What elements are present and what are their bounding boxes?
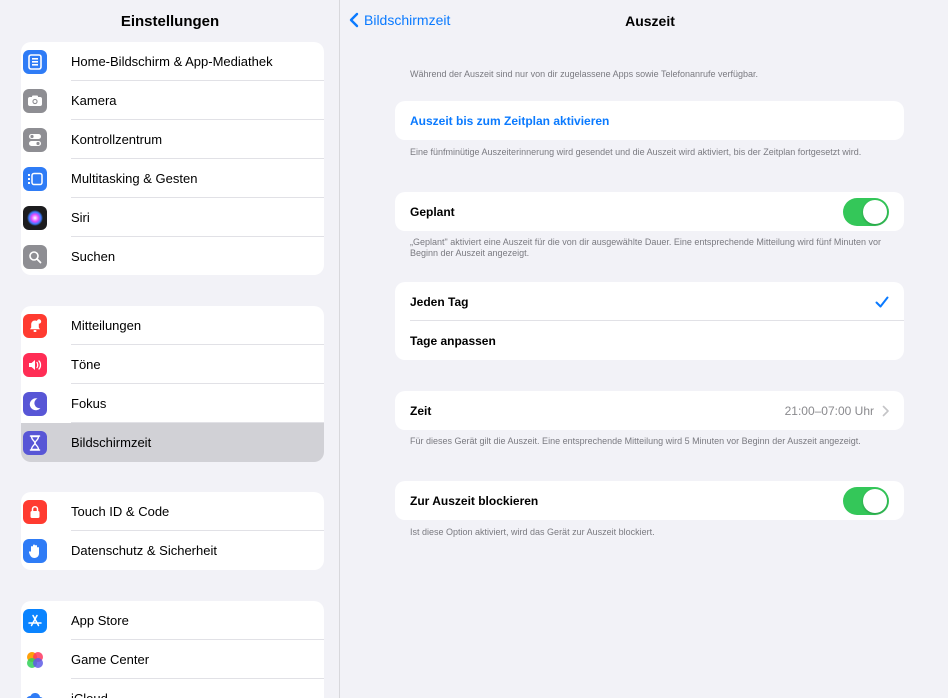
- siri-icon: [23, 205, 47, 230]
- sidebar-item-control-center[interactable]: Kontrollzentrum: [21, 120, 324, 159]
- control-center-icon: [23, 127, 47, 152]
- scheduled-row: Geplant: [395, 192, 904, 231]
- scheduled-label: Geplant: [410, 204, 455, 219]
- sidebar-item-label: Game Center: [71, 652, 150, 667]
- days-card: Jeden Tag Tage anpassen: [395, 282, 904, 360]
- sidebar-item-multitasking[interactable]: Multitasking & Gesten: [21, 159, 324, 198]
- checkmark-icon: [875, 296, 889, 307]
- chevron-right-icon: [882, 405, 889, 416]
- sidebar-item-label: Kontrollzentrum: [71, 132, 163, 147]
- search-icon: [23, 244, 47, 269]
- sidebar-item-privacy[interactable]: Datenschutz & Sicherheit: [21, 531, 324, 570]
- time-note: Für dieses Gerät gilt die Auszeit. Eine …: [410, 436, 861, 446]
- sidebar-item-home-screen[interactable]: Home-Bildschirm & App-Mediathek: [21, 42, 324, 81]
- game-center-icon: [23, 647, 47, 672]
- block-label: Zur Auszeit blockieren: [410, 493, 539, 508]
- settings-group-general: Home-Bildschirm & App-Mediathek Kamera K…: [21, 42, 324, 275]
- scheduled-card: Geplant: [395, 192, 904, 231]
- settings-group-security: Touch ID & Code Datenschutz & Sicherheit: [21, 492, 324, 570]
- sidebar-item-label: Multitasking & Gesten: [71, 171, 198, 186]
- sidebar-item-label: Touch ID & Code: [71, 504, 170, 519]
- block-row: Zur Auszeit blockieren: [395, 481, 904, 520]
- scheduled-toggle[interactable]: [843, 197, 889, 226]
- every-day-option[interactable]: Jeden Tag: [395, 282, 904, 321]
- sidebar-item-label: iCloud: [71, 691, 108, 698]
- sounds-icon: [23, 352, 47, 377]
- time-value: 21:00–07:00 Uhr: [784, 403, 874, 418]
- time-label: Zeit: [410, 403, 432, 418]
- activate-note: Eine fünfminütige Auszeiterinnerung wird…: [410, 147, 862, 157]
- sidebar-item-label: Siri: [71, 210, 90, 225]
- sidebar-item-game-center[interactable]: Game Center: [21, 640, 324, 679]
- sidebar-item-label: Mitteilungen: [71, 318, 142, 333]
- sidebar-item-label: Bildschirmzeit: [71, 435, 152, 450]
- sidebar-item-sounds[interactable]: Töne: [21, 345, 324, 384]
- sidebar-item-camera[interactable]: Kamera: [21, 81, 324, 120]
- notifications-icon: [23, 313, 47, 338]
- sidebar-item-label: Fokus: [71, 396, 107, 411]
- sidebar-item-app-store[interactable]: App Store: [21, 601, 324, 640]
- activate-card: Auszeit bis zum Zeitplan aktivieren: [395, 101, 904, 140]
- focus-icon: [23, 391, 47, 416]
- icloud-icon: [23, 686, 47, 698]
- sidebar-item-siri[interactable]: Siri: [21, 198, 324, 237]
- block-note: Ist diese Option aktiviert, wird das Ger…: [410, 527, 655, 537]
- privacy-hand-icon: [23, 538, 47, 563]
- page-title: Auszeit: [625, 13, 675, 29]
- sidebar-item-label: Home-Bildschirm & App-Mediathek: [71, 54, 273, 69]
- customize-days-label: Tage anpassen: [410, 333, 496, 348]
- sidebar-item-icloud[interactable]: iCloud: [21, 679, 324, 698]
- home-screen-icon: [23, 49, 47, 74]
- time-card: Zeit 21:00–07:00 Uhr: [395, 391, 904, 430]
- block-toggle[interactable]: [843, 486, 889, 515]
- sidebar-item-screen-time[interactable]: Bildschirmzeit: [21, 423, 324, 462]
- sidebar-item-notifications[interactable]: Mitteilungen: [21, 306, 324, 345]
- sidebar-item-label: Kamera: [71, 93, 117, 108]
- sidebar-item-touch-id[interactable]: Touch ID & Code: [21, 492, 324, 531]
- screen-time-icon: [23, 430, 47, 455]
- sidebar-item-label: Datenschutz & Sicherheit: [71, 543, 217, 558]
- intro-note: Während der Auszeit sind nur von dir zug…: [410, 69, 759, 79]
- sidebar-item-label: Suchen: [71, 249, 116, 264]
- sidebar-item-label: App Store: [71, 613, 129, 628]
- customize-days-option[interactable]: Tage anpassen: [395, 321, 904, 360]
- sidebar-title: Einstellungen: [120, 13, 220, 30]
- activate-until-schedule-button[interactable]: Auszeit bis zum Zeitplan aktivieren: [395, 101, 904, 140]
- settings-group-apps: App Store Game Center iCloud: [21, 601, 324, 698]
- lock-icon: [23, 499, 47, 524]
- camera-icon: [23, 88, 47, 113]
- activate-link-label: Auszeit bis zum Zeitplan aktivieren: [410, 113, 610, 128]
- sidebar-item-search[interactable]: Suchen: [21, 237, 324, 275]
- sidebar: Einstellungen Home-Bildschirm & App-Medi…: [0, 0, 340, 698]
- every-day-label: Jeden Tag: [410, 294, 469, 309]
- scheduled-note: „Geplant" aktiviert eine Auszeit für die…: [410, 237, 881, 258]
- settings-group-notifications: Mitteilungen Töne Fokus Bildschirmzeit: [21, 306, 324, 462]
- app-store-icon: [23, 608, 47, 633]
- multitasking-icon: [23, 166, 47, 191]
- block-card: Zur Auszeit blockieren: [395, 481, 904, 520]
- time-row[interactable]: Zeit 21:00–07:00 Uhr: [395, 391, 904, 430]
- sidebar-item-focus[interactable]: Fokus: [21, 384, 324, 423]
- sidebar-item-label: Töne: [71, 357, 101, 372]
